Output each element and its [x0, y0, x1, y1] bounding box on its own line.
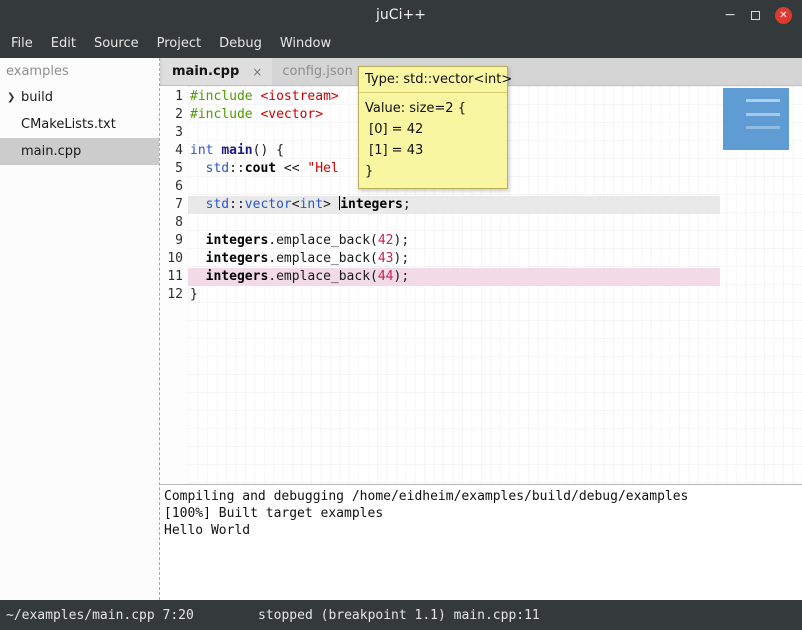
- line-number[interactable]: 1: [160, 88, 188, 106]
- tab-label: main.cpp: [172, 64, 239, 79]
- source-map-slider[interactable]: [723, 88, 789, 150]
- line-number[interactable]: 8: [160, 214, 188, 232]
- line-number[interactable]: 2: [160, 106, 188, 124]
- terminal-line: Compiling and debugging /home/eidheim/ex…: [164, 488, 798, 505]
- status-bar: ~/examples/main.cpp 7:20 stopped (breakp…: [0, 600, 802, 630]
- tree-item-build[interactable]: ❯build: [0, 84, 159, 111]
- tooltip-value-block: Value: size=2 { [0] = 42 [1] = 43}: [359, 93, 507, 188]
- menu-window[interactable]: Window: [271, 30, 340, 58]
- gutter[interactable]: 123456789101112: [160, 86, 188, 484]
- menu-source[interactable]: Source: [85, 30, 148, 58]
- file-tree: ❯build CMakeLists.txt main.cpp: [0, 84, 159, 165]
- tree-item-label: build: [21, 90, 53, 105]
- line-number[interactable]: 4: [160, 142, 188, 160]
- menu-project[interactable]: Project: [148, 30, 210, 58]
- code-line-7[interactable]: std::vector<int> integers;: [188, 196, 720, 214]
- line-number[interactable]: 10: [160, 250, 188, 268]
- tree-item-label: main.cpp: [21, 144, 81, 159]
- restore-button[interactable]: [751, 11, 760, 20]
- menu-edit[interactable]: Edit: [42, 30, 85, 58]
- minimize-button[interactable]: −: [724, 0, 736, 30]
- menu-debug[interactable]: Debug: [210, 30, 271, 58]
- code-line-10[interactable]: integers.emplace_back(43);: [188, 250, 720, 268]
- tree-item-label: CMakeLists.txt: [21, 117, 116, 132]
- line-number[interactable]: 7: [160, 196, 188, 214]
- window-title: juCi++: [0, 7, 802, 23]
- tooltip-value-line: }: [365, 161, 501, 182]
- file-browser-header: examples: [0, 58, 159, 84]
- terminal-line: Hello World: [164, 522, 798, 539]
- tree-item-main-cpp[interactable]: main.cpp: [0, 138, 159, 165]
- expander-icon[interactable]: ❯: [7, 92, 21, 103]
- code-line-12[interactable]: }: [188, 286, 720, 304]
- debug-terminal[interactable]: Compiling and debugging /home/eidheim/ex…: [160, 484, 802, 600]
- source-map: [720, 86, 802, 484]
- line-number[interactable]: 3: [160, 124, 188, 142]
- line-number[interactable]: 11: [160, 268, 188, 286]
- title-bar: juCi++ − ✕: [0, 0, 802, 30]
- menu-file[interactable]: File: [2, 30, 42, 58]
- line-number[interactable]: 9: [160, 232, 188, 250]
- window-controls: − ✕: [724, 0, 792, 30]
- menu-bar: FileEditSourceProjectDebugWindow: [0, 30, 802, 58]
- code-line-9[interactable]: integers.emplace_back(42);: [188, 232, 720, 250]
- tooltip-value-line: [1] = 43: [365, 140, 501, 161]
- terminal-line: [100%] Built target examples: [164, 505, 798, 522]
- tab-close-icon[interactable]: ×: [252, 65, 262, 79]
- code-line-8[interactable]: [188, 214, 720, 232]
- file-browser: examples ❯build CMakeLists.txt main.cpp: [0, 58, 160, 600]
- line-number[interactable]: 5: [160, 160, 188, 178]
- debug-tooltip: Type: std::vector<int> Value: size=2 { […: [358, 66, 508, 189]
- tab-main-cpp[interactable]: main.cpp ×: [162, 58, 272, 85]
- tooltip-value-line: Value: size=2 {: [365, 98, 501, 119]
- line-number[interactable]: 12: [160, 286, 188, 304]
- status-debug: stopped (breakpoint 1.1) main.cpp:11: [258, 608, 540, 623]
- status-location: ~/examples/main.cpp 7:20: [6, 608, 194, 623]
- tooltip-type-line: Type: std::vector<int>: [359, 67, 507, 93]
- tree-item-cmakelists-txt[interactable]: CMakeLists.txt: [0, 111, 159, 138]
- tooltip-value-line: [0] = 42: [365, 119, 501, 140]
- code-line-11[interactable]: integers.emplace_back(44);: [188, 268, 720, 286]
- tab-label: config.json: [282, 64, 353, 79]
- line-number[interactable]: 6: [160, 178, 188, 196]
- close-button[interactable]: ✕: [775, 7, 792, 24]
